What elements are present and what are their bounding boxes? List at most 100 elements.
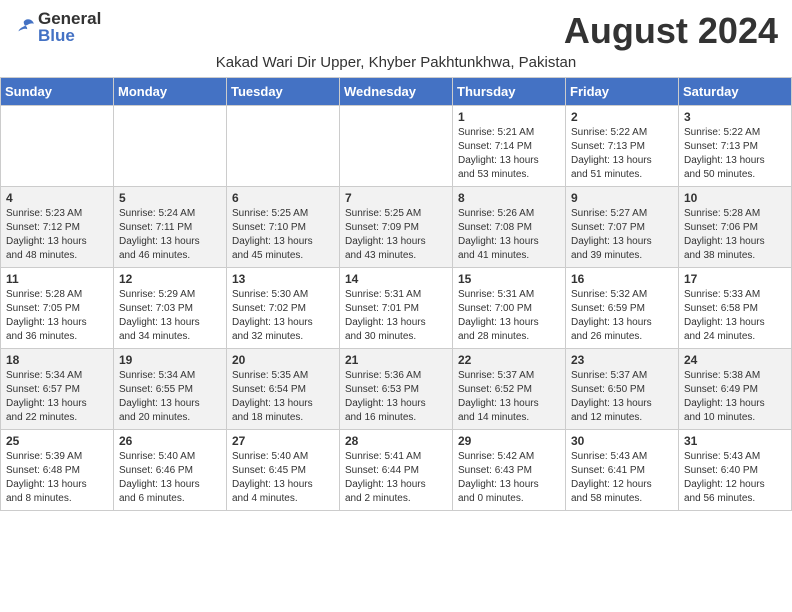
day-info: Sunrise: 5:37 AM Sunset: 6:52 PM Dayligh… [458,369,560,425]
day-number: 7 [345,191,447,205]
calendar-cell: 7 Sunrise: 5:25 AM Sunset: 7:09 PM Daylig… [340,187,453,268]
day-number: 19 [119,353,221,367]
calendar-cell [340,106,453,187]
month-title: August 2024 [564,10,778,52]
calendar-cell: 8Sunrise: 5:26 AM Sunset: 7:08 PM Daylig… [453,187,566,268]
day-info: Sunrise: 5:29 AM Sunset: 7:03 PM Dayligh… [119,288,221,344]
day-number: 5 [119,191,221,205]
calendar-cell: 1 Sunrise: 5:21 AM Sunset: 7:14 PM Daylig… [453,106,566,187]
day-info: Sunrise: 5:41 AM Sunset: 6:44 PM Dayligh… [345,450,447,506]
day-number: 27 [232,434,334,448]
day-number: 10 [684,191,786,205]
calendar-cell: 27 Sunrise: 5:40 AM Sunset: 6:45 PM Dayli… [227,430,340,511]
day-info: Sunrise: 5:34 AM Sunset: 6:55 PM Dayligh… [119,369,221,425]
day-info: Sunrise: 5:42 AM Sunset: 6:43 PM Dayligh… [458,450,560,506]
day-number: 11 [6,272,108,286]
calendar-cell: 18 Sunrise: 5:34 AM Sunset: 6:57 PM Dayli… [1,349,114,430]
calendar-cell: 13Sunrise: 5:30 AM Sunset: 7:02 PM Dayli… [227,268,340,349]
calendar-cell: 2 Sunrise: 5:22 AM Sunset: 7:13 PM Daylig… [566,106,679,187]
calendar-cell: 10 Sunrise: 5:28 AM Sunset: 7:06 PM Dayli… [679,187,792,268]
calendar-cell: 24 Sunrise: 5:38 AM Sunset: 6:49 PM Dayli… [679,349,792,430]
calendar-cell: 20 Sunrise: 5:35 AM Sunset: 6:54 PM Dayli… [227,349,340,430]
calendar-cell [1,106,114,187]
day-number: 6 [232,191,334,205]
day-number: 4 [6,191,108,205]
calendar-cell: 26Sunrise: 5:40 AM Sunset: 6:46 PM Dayli… [114,430,227,511]
day-info: Sunrise: 5:22 AM Sunset: 7:13 PM Dayligh… [684,126,786,182]
day-number: 29 [458,434,560,448]
day-number: 31 [684,434,786,448]
day-of-week-header: Friday [566,78,679,106]
day-number: 17 [684,272,786,286]
logo-general: General [38,10,101,27]
day-of-week-header: Sunday [1,78,114,106]
calendar-table: SundayMondayTuesdayWednesdayThursdayFrid… [0,77,792,511]
day-info: Sunrise: 5:26 AM Sunset: 7:08 PM Dayligh… [458,207,560,263]
day-info: Sunrise: 5:25 AM Sunset: 7:09 PM Dayligh… [345,207,447,263]
day-info: Sunrise: 5:33 AM Sunset: 6:58 PM Dayligh… [684,288,786,344]
calendar-cell: 3 Sunrise: 5:22 AM Sunset: 7:13 PM Daylig… [679,106,792,187]
day-number: 30 [571,434,673,448]
day-info: Sunrise: 5:31 AM Sunset: 7:00 PM Dayligh… [458,288,560,344]
day-info: Sunrise: 5:28 AM Sunset: 7:06 PM Dayligh… [684,207,786,263]
day-of-week-header: Wednesday [340,78,453,106]
day-info: Sunrise: 5:43 AM Sunset: 6:40 PM Dayligh… [684,450,786,506]
calendar-cell: 21 Sunrise: 5:36 AM Sunset: 6:53 PM Dayli… [340,349,453,430]
logo-blue: Blue [38,27,101,44]
calendar-cell: 11 Sunrise: 5:28 AM Sunset: 7:05 PM Dayli… [1,268,114,349]
day-of-week-header: Thursday [453,78,566,106]
day-number: 18 [6,353,108,367]
calendar-cell: 22 Sunrise: 5:37 AM Sunset: 6:52 PM Dayli… [453,349,566,430]
calendar-cell: 16Sunrise: 5:32 AM Sunset: 6:59 PM Dayli… [566,268,679,349]
day-number: 16 [571,272,673,286]
day-info: Sunrise: 5:31 AM Sunset: 7:01 PM Dayligh… [345,288,447,344]
day-number: 15 [458,272,560,286]
logo: General Blue [14,10,101,44]
day-number: 2 [571,110,673,124]
day-number: 14 [345,272,447,286]
day-info: Sunrise: 5:24 AM Sunset: 7:11 PM Dayligh… [119,207,221,263]
day-info: Sunrise: 5:34 AM Sunset: 6:57 PM Dayligh… [6,369,108,425]
day-info: Sunrise: 5:25 AM Sunset: 7:10 PM Dayligh… [232,207,334,263]
calendar-cell: 17 Sunrise: 5:33 AM Sunset: 6:58 PM Dayli… [679,268,792,349]
day-info: Sunrise: 5:30 AM Sunset: 7:02 PM Dayligh… [232,288,334,344]
day-info: Sunrise: 5:36 AM Sunset: 6:53 PM Dayligh… [345,369,447,425]
day-info: Sunrise: 5:22 AM Sunset: 7:13 PM Dayligh… [571,126,673,182]
calendar-cell: 30 Sunrise: 5:43 AM Sunset: 6:41 PM Dayli… [566,430,679,511]
day-info: Sunrise: 5:38 AM Sunset: 6:49 PM Dayligh… [684,369,786,425]
calendar-cell: 9 Sunrise: 5:27 AM Sunset: 7:07 PM Daylig… [566,187,679,268]
calendar-cell: 5 Sunrise: 5:24 AM Sunset: 7:11 PM Daylig… [114,187,227,268]
bird-icon [14,16,36,38]
day-info: Sunrise: 5:21 AM Sunset: 7:14 PM Dayligh… [458,126,560,182]
day-number: 9 [571,191,673,205]
calendar-cell: 19 Sunrise: 5:34 AM Sunset: 6:55 PM Dayli… [114,349,227,430]
day-info: Sunrise: 5:35 AM Sunset: 6:54 PM Dayligh… [232,369,334,425]
day-number: 1 [458,110,560,124]
calendar-cell: 29 Sunrise: 5:42 AM Sunset: 6:43 PM Dayli… [453,430,566,511]
calendar-cell: 4 Sunrise: 5:23 AM Sunset: 7:12 PM Daylig… [1,187,114,268]
day-number: 20 [232,353,334,367]
day-info: Sunrise: 5:27 AM Sunset: 7:07 PM Dayligh… [571,207,673,263]
day-number: 24 [684,353,786,367]
day-info: Sunrise: 5:23 AM Sunset: 7:12 PM Dayligh… [6,207,108,263]
calendar-cell: 14 Sunrise: 5:31 AM Sunset: 7:01 PM Dayli… [340,268,453,349]
calendar-cell: 15 Sunrise: 5:31 AM Sunset: 7:00 PM Dayli… [453,268,566,349]
day-info: Sunrise: 5:28 AM Sunset: 7:05 PM Dayligh… [6,288,108,344]
day-of-week-header: Saturday [679,78,792,106]
logo-text: General Blue [38,10,101,44]
day-info: Sunrise: 5:40 AM Sunset: 6:45 PM Dayligh… [232,450,334,506]
day-info: Sunrise: 5:43 AM Sunset: 6:41 PM Dayligh… [571,450,673,506]
day-number: 21 [345,353,447,367]
calendar-cell [114,106,227,187]
calendar-cell [227,106,340,187]
calendar-cell: 28 Sunrise: 5:41 AM Sunset: 6:44 PM Dayli… [340,430,453,511]
day-of-week-header: Tuesday [227,78,340,106]
day-number: 3 [684,110,786,124]
day-number: 23 [571,353,673,367]
day-number: 22 [458,353,560,367]
calendar-cell: 12 Sunrise: 5:29 AM Sunset: 7:03 PM Dayli… [114,268,227,349]
day-number: 12 [119,272,221,286]
calendar-cell: 6 Sunrise: 5:25 AM Sunset: 7:10 PM Daylig… [227,187,340,268]
day-number: 28 [345,434,447,448]
calendar-cell: 23Sunrise: 5:37 AM Sunset: 6:50 PM Dayli… [566,349,679,430]
